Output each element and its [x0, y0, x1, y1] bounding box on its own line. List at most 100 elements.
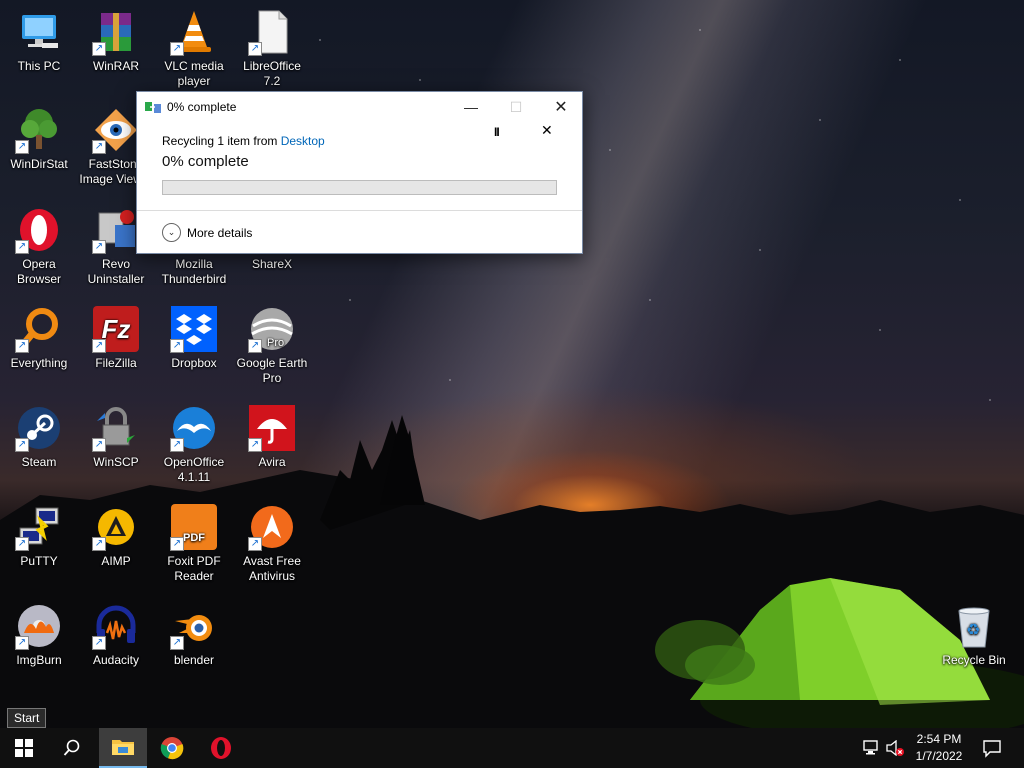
shortcut-arrow-icon: ↗	[92, 339, 106, 353]
shortcut-arrow-icon: ↗	[170, 42, 184, 56]
shortcut-arrow-icon: ↗	[92, 438, 106, 452]
folder-icon	[112, 740, 134, 755]
desktop-icon-filezilla[interactable]: Fz ↗ FileZilla	[78, 305, 154, 371]
taskbar-opera[interactable]	[197, 728, 245, 768]
desktop-icon-recycle-bin[interactable]: ♻ Recycle Bin	[936, 602, 1012, 668]
dialog-titlebar[interactable]: 0% complete — ☐ ✕	[137, 92, 582, 122]
desktop-icon-foxit[interactable]: PDF ↗ Foxit PDF Reader	[156, 503, 232, 584]
icon-label: WinSCP	[93, 455, 139, 469]
taskbar: 2:54 PM 1/7/2022	[0, 728, 1024, 768]
chevron-down-icon: ⌄	[162, 223, 181, 242]
icon-label: WinDirStat	[10, 157, 68, 171]
icon-label: Audacity	[92, 653, 140, 667]
desktop-icon-avira[interactable]: ↗ Avira	[234, 404, 310, 470]
file-operation-icon	[145, 102, 161, 113]
icon-label: VLC media player	[164, 59, 224, 88]
close-button[interactable]: ✕	[538, 92, 584, 122]
desktop-icon-steam[interactable]: ↗ Steam	[1, 404, 77, 470]
source-folder-link[interactable]: Desktop	[281, 134, 325, 148]
shortcut-arrow-icon: ↗	[92, 537, 106, 551]
operation-description: Recycling 1 item from Desktop	[162, 134, 582, 148]
shortcut-arrow-icon: ↗	[170, 438, 184, 452]
shortcut-arrow-icon: ↗	[15, 537, 29, 551]
desktop[interactable]: This PC ↗ WinDirStat ↗ Opera Browser ↗ E…	[0, 0, 1024, 728]
icon-label: OpenOffice 4.1.11	[163, 455, 225, 484]
icon-label: Mozilla Thunderbird	[161, 257, 227, 286]
search-icon	[63, 739, 80, 756]
progress-bar	[162, 180, 557, 195]
start-tooltip: Start	[7, 708, 47, 728]
icon-label: This PC	[17, 59, 61, 73]
icon-label: LibreOffice 7.2	[243, 59, 301, 88]
minimize-button[interactable]: —	[448, 92, 494, 122]
network-icon[interactable]	[862, 740, 880, 756]
desktop-icon-aimp[interactable]: ↗ AIMP	[78, 503, 154, 569]
icon-label: Recycle Bin	[942, 653, 1006, 667]
volume-muted-icon[interactable]	[886, 740, 904, 756]
icon-label: Foxit PDF Reader	[167, 554, 221, 583]
icon-label: FileZilla	[95, 356, 137, 370]
shortcut-arrow-icon: ↗	[15, 636, 29, 650]
shortcut-arrow-icon: ↗	[92, 140, 106, 154]
desktop-icon-opera[interactable]: ↗ Opera Browser	[1, 206, 77, 287]
monitor-icon	[22, 15, 58, 48]
operation-prefix: Recycling 1 item from	[162, 134, 281, 148]
desktop-icon-libreoffice[interactable]: ↗ LibreOffice 7.2	[234, 8, 310, 89]
shortcut-arrow-icon: ↗	[15, 140, 29, 154]
desktop-icon-vlc[interactable]: ↗ VLC media player	[156, 8, 232, 89]
desktop-icon-google-earth[interactable]: Pro ↗ Google Earth Pro	[234, 305, 310, 386]
desktop-icon-audacity[interactable]: ↗ Audacity	[78, 602, 154, 668]
taskbar-google-chrome[interactable]	[148, 728, 196, 768]
icon-label: Opera Browser	[16, 257, 61, 286]
notification-center-icon[interactable]	[982, 738, 1002, 758]
search-button[interactable]	[48, 728, 96, 768]
desktop-icon-dropbox[interactable]: ↗ Dropbox	[156, 305, 232, 371]
desktop-icon-windirstat[interactable]: ↗ WinDirStat	[1, 106, 77, 172]
shortcut-arrow-icon: ↗	[15, 339, 29, 353]
shortcut-arrow-icon: ↗	[15, 240, 29, 254]
icon-label: Dropbox	[171, 356, 217, 370]
clock-time: 2:54 PM	[916, 732, 962, 746]
shortcut-arrow-icon: ↗	[15, 438, 29, 452]
maximize-button[interactable]: ☐	[493, 92, 539, 122]
desktop-icon-avast[interactable]: ↗ Avast Free Antivirus	[234, 503, 310, 584]
more-details-label: More details	[187, 225, 253, 240]
desktop-icon-winscp[interactable]: ↗ WinSCP	[78, 404, 154, 470]
shortcut-arrow-icon: ↗	[248, 537, 262, 551]
icon-label: Avast Free Antivirus	[243, 554, 301, 583]
dialog-body: Recycling 1 item from Desktop 0% complet…	[137, 122, 582, 170]
desktop-icon-this-pc[interactable]: This PC	[1, 8, 77, 74]
opera-icon	[211, 737, 231, 759]
svg-text:♻: ♻	[966, 620, 980, 639]
desktop-icon-winrar[interactable]: ↗ WinRAR	[78, 8, 154, 74]
icon-label: Revo Uninstaller	[87, 257, 145, 286]
start-button[interactable]	[0, 728, 48, 768]
dialog-title: 0% complete	[167, 100, 237, 114]
desktop-icon-blender[interactable]: ↗ blender	[156, 602, 232, 668]
more-details-button[interactable]: ⌄ More details	[162, 223, 252, 242]
shortcut-arrow-icon: ↗	[170, 339, 184, 353]
desktop-icon-openoffice[interactable]: ↗ OpenOffice 4.1.11	[156, 404, 232, 485]
windows-logo-icon	[15, 739, 33, 757]
shortcut-arrow-icon: ↗	[170, 537, 184, 551]
icon-label: ImgBurn	[16, 653, 62, 667]
shortcut-arrow-icon: ↗	[92, 42, 106, 56]
clock-date: 1/7/2022	[915, 749, 963, 763]
system-clock[interactable]: 2:54 PM 1/7/2022	[908, 731, 970, 765]
taskbar-file-explorer[interactable]	[99, 728, 147, 768]
recycle-bin-icon: ♻	[958, 607, 990, 648]
chrome-icon	[160, 737, 184, 760]
desktop-icon-imgburn[interactable]: ↗ ImgBurn	[1, 602, 77, 668]
shortcut-arrow-icon: ↗	[170, 636, 184, 650]
shortcut-arrow-icon: ↗	[92, 240, 106, 254]
icon-label: Steam	[21, 455, 57, 469]
recycle-progress-dialog[interactable]: 0% complete — ☐ ✕ Recycling 1 item from …	[136, 91, 583, 254]
svg-text:Pro: Pro	[267, 337, 284, 349]
desktop-icon-putty[interactable]: ↗ PuTTY	[1, 503, 77, 569]
shortcut-arrow-icon: ↗	[92, 636, 106, 650]
cancel-button[interactable]: ✕	[541, 122, 553, 139]
pause-button[interactable]: II	[494, 125, 500, 139]
icon-label: WinRAR	[92, 59, 139, 73]
desktop-icon-everything[interactable]: ↗ Everything	[1, 305, 77, 371]
icon-label: Everything	[10, 356, 68, 370]
